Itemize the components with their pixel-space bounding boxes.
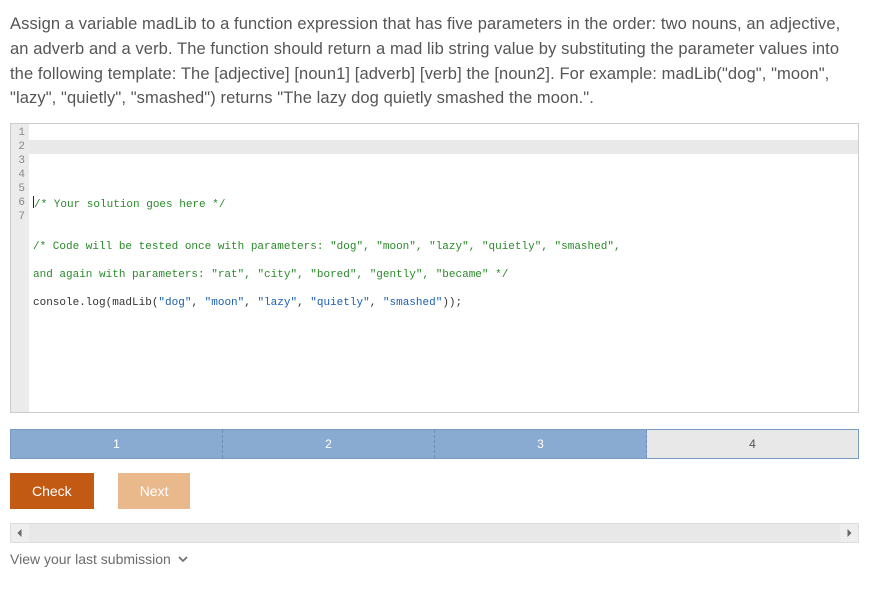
next-button[interactable]: Next [118,473,191,509]
step-3[interactable]: 3 [435,430,647,458]
line-number: 3 [13,154,25,168]
code-area[interactable]: /* Your solution goes here */ /* Code wi… [29,124,858,412]
check-button[interactable]: Check [10,473,94,509]
step-4[interactable]: 4 [647,430,858,458]
chevron-down-icon [177,553,189,565]
line-number: 4 [13,168,25,182]
scrollbar-track[interactable] [29,524,840,542]
line-number: 7 [13,210,25,224]
line-number: 1 [13,126,25,140]
line-number-gutter: 1 2 3 4 5 6 7 [11,124,29,412]
code-line[interactable]: /* Your solution goes here */ [33,196,854,212]
code-line[interactable]: console.log(madLib("dog", "moon", "lazy"… [33,296,854,310]
question-prompt: Assign a variable madLib to a function e… [10,12,859,111]
code-line[interactable]: and again with parameters: "rat", "city"… [33,268,854,282]
code-line[interactable]: /* Code will be tested once with paramet… [33,240,854,254]
view-last-submission-link[interactable]: View your last submission [10,551,189,567]
button-row: Check Next [10,473,859,509]
active-line-highlight [29,140,858,154]
scroll-left-arrow-icon[interactable] [11,524,29,542]
line-number: 2 [13,140,25,154]
code-editor[interactable]: 1 2 3 4 5 6 7 /* Your solution goes here… [10,123,859,413]
view-last-submission-label: View your last submission [10,551,171,567]
step-progress-bar: 1 2 3 4 [10,429,859,459]
step-1[interactable]: 1 [11,430,223,458]
horizontal-scrollbar[interactable] [10,523,859,543]
scroll-right-arrow-icon[interactable] [840,524,858,542]
step-2[interactable]: 2 [223,430,435,458]
line-number: 5 [13,182,25,196]
line-number: 6 [13,196,25,210]
